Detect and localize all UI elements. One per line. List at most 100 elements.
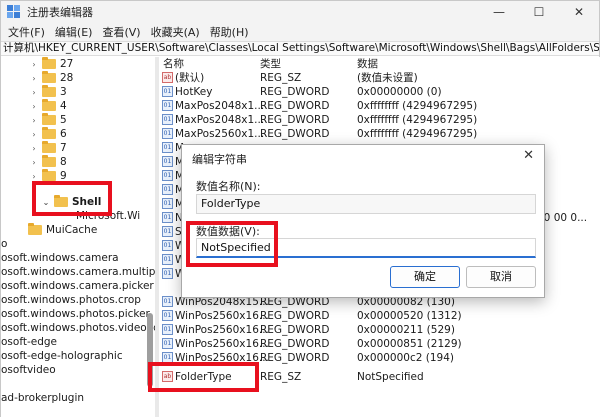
tree-item[interactable]: › 8 — [29, 155, 67, 169]
tree-item-label: MuiCache — [46, 224, 98, 236]
tree-item[interactable]: osoft-edge-holographic — [1, 349, 123, 363]
value-data: 0x000000c2 (194) — [357, 352, 455, 364]
value-data: 0x00000520 (1312) — [357, 310, 462, 322]
menu-edit[interactable]: 编辑(E) — [50, 24, 98, 40]
tree-item[interactable]: o — [1, 237, 7, 251]
list-row[interactable]: 01 MaxPos2048x1... REG_DWORD 0xffffffff (42… — [159, 99, 600, 113]
maximize-button[interactable]: ☐ — [519, 1, 559, 23]
tree-item-label: 28 — [60, 72, 74, 84]
tree-item-muicache[interactable]: MuiCache — [25, 223, 97, 237]
tree-item[interactable]: ad-brokerplugin — [1, 391, 84, 405]
value-name: WinPos2560x16... — [175, 324, 269, 336]
tree-item[interactable]: osoft.windows.photos.picker — [1, 307, 150, 321]
dialog-close-icon[interactable]: ✕ — [523, 148, 534, 163]
tree-item-label: osoft.windows.photos.videoedi — [1, 322, 155, 334]
expand-chevron-icon[interactable]: › — [29, 172, 39, 181]
tree-item-label: osoft-edge — [1, 336, 57, 348]
value-name: WinPos2560x16... — [175, 310, 269, 322]
folder-icon — [42, 57, 56, 69]
value-name: FolderType — [175, 371, 232, 383]
column-header-name[interactable]: 名称 — [163, 57, 184, 72]
expand-chevron-icon[interactable]: › — [29, 102, 39, 111]
tree-item[interactable]: › 28 — [29, 71, 73, 85]
edit-string-dialog: 编辑字符串 ✕ 数值名称(N): FolderType 数值数据(V): Not… — [181, 144, 545, 298]
tree-item[interactable]: osoft.windows.camera.picker — [1, 279, 154, 293]
tree-item[interactable]: osoft.windows.photos.crop — [1, 293, 141, 307]
tree-item[interactable]: osoft.windows.camera.multipicl — [1, 265, 155, 279]
tree-item[interactable]: › 27 — [29, 57, 73, 71]
tree-item-label: osoft.windows.camera — [1, 252, 119, 264]
list-row[interactable]: 01 WinPos2560x16... REG_DWORD 0x00000520 (1… — [159, 309, 600, 323]
list-row[interactable]: ab (默认) REG_SZ (数值未设置) — [159, 71, 600, 85]
tree-item[interactable]: osoft.windows.photos.videoedi — [1, 321, 155, 335]
list-row[interactable]: 01 WinPos2560x16... REG_DWORD 0x000000c2 (1… — [159, 351, 600, 365]
registry-editor-window: 注册表编辑器 — ☐ ✕ 文件(F) 编辑(E) 查看(V) 收藏夹(A) 帮助… — [0, 0, 600, 417]
folder-icon — [42, 113, 56, 125]
folder-icon — [42, 127, 56, 139]
tree-item-label: 5 — [60, 114, 67, 126]
tree-item[interactable]: Microsoft.Wi — [76, 209, 140, 223]
minimize-button[interactable]: — — [479, 1, 519, 23]
expand-chevron-icon[interactable]: › — [29, 116, 39, 125]
tree-item[interactable]: › 6 — [29, 127, 67, 141]
expand-chevron-icon[interactable]: › — [29, 144, 39, 153]
value-data: (数值未设置) — [357, 72, 418, 84]
list-row-foldertype[interactable]: ab FolderType REG_SZ NotSpecified — [159, 370, 600, 384]
dword-value-icon: 01 — [162, 324, 173, 335]
ok-button[interactable]: 确定 — [390, 266, 460, 288]
expand-chevron-icon[interactable]: › — [29, 88, 39, 97]
folder-icon — [42, 99, 56, 111]
close-button[interactable]: ✕ — [559, 1, 599, 23]
tree-item[interactable]: osoftvideo — [1, 363, 56, 377]
collapse-chevron-icon[interactable]: ⌄ — [41, 198, 51, 207]
tree-item-shell[interactable]: ⌄ Shell — [41, 195, 101, 209]
expand-chevron-icon[interactable]: › — [29, 60, 39, 69]
menu-favorites[interactable]: 收藏夹(A) — [146, 24, 205, 40]
column-header-type[interactable]: 类型 — [260, 57, 281, 72]
value-name: (默认) — [175, 72, 205, 84]
tree-item[interactable]: › 9 — [29, 169, 67, 183]
tree-item-label: Microsoft.Wi — [76, 210, 141, 222]
expand-chevron-icon[interactable]: › — [29, 130, 39, 139]
tree-item[interactable]: › 5 — [29, 113, 67, 127]
value-name-field[interactable]: FolderType — [196, 194, 536, 214]
tree-item[interactable]: osoft.windows.camera — [1, 251, 119, 265]
cancel-button[interactable]: 取消 — [466, 266, 536, 288]
value-data: 0xffffffff (4294967295) — [357, 100, 478, 112]
value-data-label: 数值数据(V): — [196, 225, 260, 238]
tree-item[interactable]: › 4 — [29, 99, 67, 113]
registry-editor-icon — [7, 5, 21, 19]
value-type: REG_DWORD — [260, 338, 330, 350]
list-row[interactable]: 01 WinPos2560x16... REG_DWORD 0x00000851 (2… — [159, 337, 600, 351]
value-data: 0xffffffff (4294967295) — [357, 128, 478, 140]
dword-value-icon: 01 — [162, 184, 173, 195]
menu-file[interactable]: 文件(F) — [3, 24, 50, 40]
value-type: REG_DWORD — [260, 324, 330, 336]
value-type: REG_DWORD — [260, 352, 330, 364]
value-data: 0xffffffff (4294967295) — [357, 114, 478, 126]
menu-bar: 文件(F) 编辑(E) 查看(V) 收藏夹(A) 帮助(H) — [1, 23, 599, 41]
list-row[interactable]: 01 WinPos2560x16... REG_DWORD 0x00000211 (5… — [159, 323, 600, 337]
column-header-data[interactable]: 数据 — [357, 57, 378, 72]
address-bar[interactable]: 计算机\HKEY_CURRENT_USER\Software\Classes\L… — [1, 41, 599, 56]
folder-icon — [42, 85, 56, 97]
expand-chevron-icon[interactable]: › — [29, 158, 39, 167]
tree-item[interactable]: osoft-edge — [1, 335, 57, 349]
dword-value-icon: 01 — [162, 114, 173, 125]
tree-item[interactable]: › 7 — [29, 141, 67, 155]
tree-item[interactable]: › 3 — [29, 85, 67, 99]
value-data-input[interactable]: NotSpecified — [196, 238, 536, 258]
expand-chevron-icon[interactable]: › — [29, 74, 39, 83]
folder-icon — [42, 71, 56, 83]
value-type: REG_DWORD — [260, 114, 330, 126]
menu-help[interactable]: 帮助(H) — [205, 24, 254, 40]
list-row[interactable]: 01 HotKey REG_DWORD 0x00000000 (0) — [159, 85, 600, 99]
value-name: MaxPos2560x1... — [175, 128, 265, 140]
menu-view[interactable]: 查看(V) — [97, 24, 145, 40]
string-value-icon: ab — [162, 371, 173, 382]
list-row[interactable]: 01 MaxPos2048x1... REG_DWORD 0xffffffff (42… — [159, 113, 600, 127]
list-row[interactable]: 01 MaxPos2560x1... REG_DWORD 0xffffffff (42… — [159, 127, 600, 141]
folder-icon — [28, 223, 42, 235]
title-bar[interactable]: 注册表编辑器 — ☐ ✕ — [1, 1, 599, 23]
tree-scrollbar-thumb[interactable] — [147, 313, 153, 387]
